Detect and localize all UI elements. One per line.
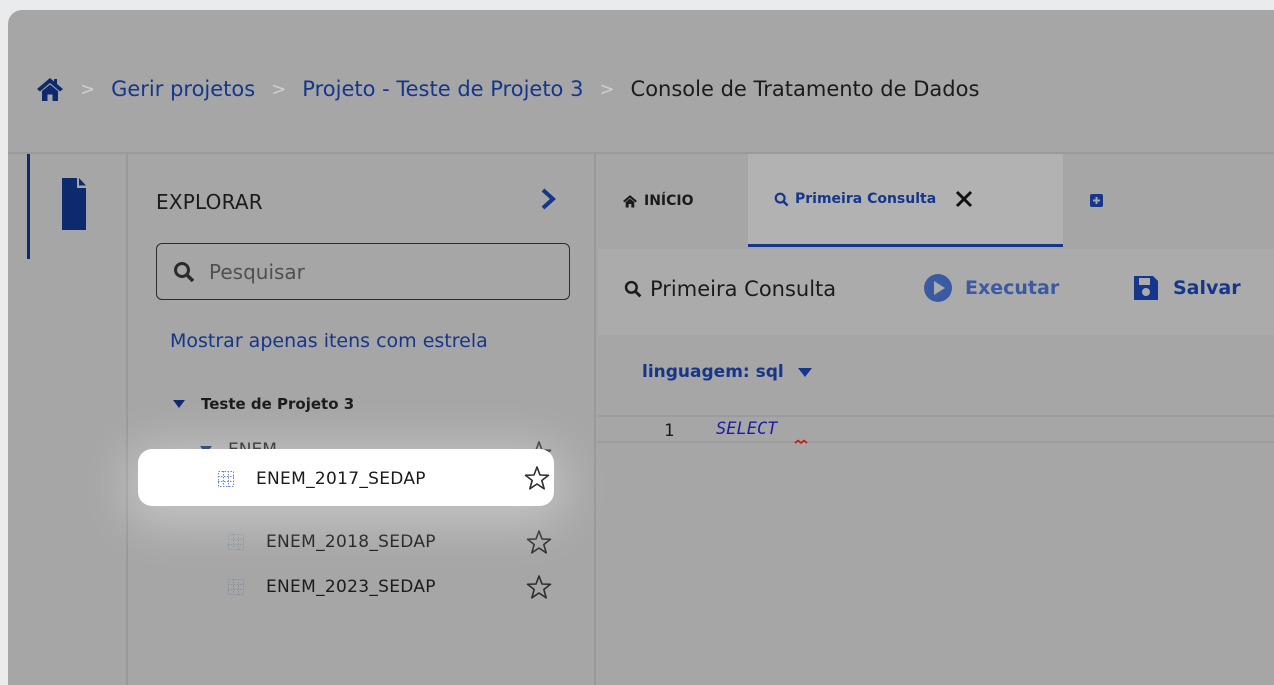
save-button-label: Salvar [1173, 277, 1241, 299]
caret-down-icon [797, 367, 812, 377]
tree-table-label: ENEM_2017_SEDAP [256, 469, 426, 489]
error-squiggle-icon [794, 439, 808, 445]
highlighted-table-item[interactable]: ENEM_2017_SEDAP [138, 449, 554, 506]
tab-home[interactable]: INÍCIO [622, 154, 694, 247]
search-icon [774, 192, 789, 207]
search-input[interactable] [209, 259, 549, 284]
tab-home-label: INÍCIO [644, 192, 694, 209]
breadcrumb-gerir-projetos[interactable]: Gerir projetos [111, 77, 255, 101]
starred-filter-link[interactable]: Mostrar apenas itens com estrela [170, 330, 488, 352]
query-console: INÍCIO Primeira Consulta Primeira Consul… [598, 154, 1274, 685]
run-button[interactable]: Executar [923, 273, 1059, 303]
search-box[interactable] [156, 243, 570, 300]
breadcrumb-projeto[interactable]: Projeto - Teste de Projeto 3 [302, 77, 583, 101]
code-line[interactable]: 1 SELECT [598, 415, 1274, 445]
icon-rail [8, 154, 128, 685]
star-icon[interactable] [526, 574, 552, 600]
app-window: > Gerir projetos > Projeto - Teste de Pr… [8, 10, 1274, 685]
add-tab-icon[interactable] [1090, 194, 1103, 207]
breadcrumb: > Gerir projetos > Projeto - Teste de Pr… [8, 10, 1274, 152]
home-icon[interactable] [36, 76, 64, 102]
tree-table-item[interactable]: ENEM_2023_SEDAP [228, 577, 436, 597]
table-icon [218, 471, 234, 487]
tab-query-label: Primeira Consulta [795, 191, 937, 207]
table-icon [228, 534, 244, 550]
tab-primeira-consulta[interactable]: Primeira Consulta [748, 154, 1063, 247]
breadcrumb-separator: > [271, 78, 287, 100]
breadcrumb-separator: > [599, 78, 615, 100]
tree-project-label: Teste de Projeto 3 [201, 395, 355, 413]
caret-down-icon[interactable] [173, 400, 185, 408]
close-icon[interactable] [954, 189, 974, 209]
explorer-panel: EXPLORAR Mostrar apenas itens com estrel… [130, 154, 596, 685]
language-select[interactable]: linguagem: sql [642, 362, 812, 382]
sql-editor[interactable]: linguagem: sql 1 SELECT [598, 335, 1274, 685]
tree-table-label: ENEM_2018_SEDAP [266, 532, 436, 552]
breadcrumb-separator: > [80, 78, 96, 100]
explorer-title: EXPLORAR [156, 190, 263, 214]
rail-active-indicator [27, 154, 30, 259]
query-title: Primeira Consulta [624, 277, 836, 301]
star-icon[interactable] [524, 465, 550, 491]
search-icon [174, 261, 195, 282]
save-button[interactable]: Salvar [1131, 273, 1241, 303]
tree-table-item[interactable]: ENEM_2018_SEDAP [228, 532, 436, 552]
line-number: 1 [664, 421, 675, 441]
home-icon [623, 194, 637, 207]
language-label: linguagem: sql [642, 362, 784, 382]
query-title-label: Primeira Consulta [650, 277, 837, 301]
document-icon[interactable] [62, 178, 86, 230]
play-icon [924, 274, 952, 302]
tree-project[interactable]: Teste de Projeto 3 [173, 395, 354, 413]
search-icon [624, 280, 642, 298]
breadcrumb-current: Console de Tratamento de Dados [630, 77, 980, 101]
code-text[interactable]: SELECT [716, 419, 777, 439]
query-toolbar: Primeira Consulta Executar Salvar [598, 249, 1274, 335]
tree-table-label: ENEM_2023_SEDAP [266, 577, 436, 597]
star-icon[interactable] [526, 529, 552, 555]
tree-table-item[interactable]: ENEM_2017_SEDAP [218, 469, 426, 489]
floppy-disk-icon [1134, 276, 1158, 300]
table-icon [228, 579, 244, 595]
run-button-label: Executar [965, 277, 1060, 299]
chevron-right-icon[interactable] [540, 188, 556, 210]
tab-bar: INÍCIO Primeira Consulta [598, 154, 1274, 249]
